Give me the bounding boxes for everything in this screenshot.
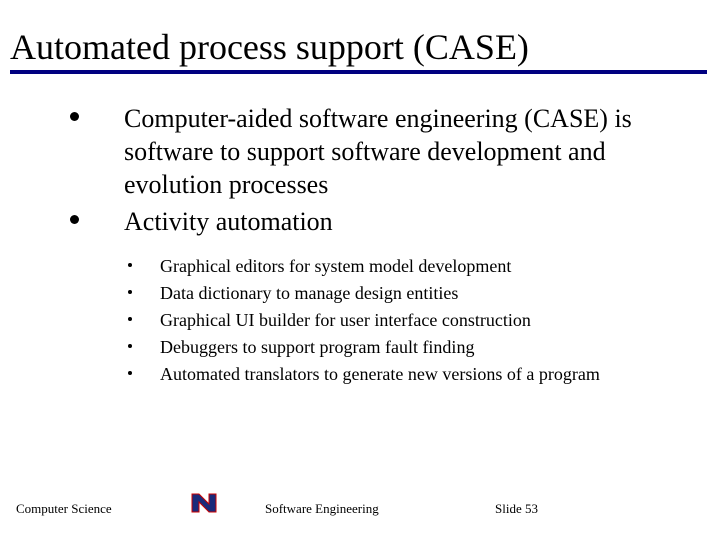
bullet-icon — [70, 215, 79, 224]
level2-item: Graphical UI builder for user interface … — [70, 307, 677, 334]
level1-item: Activity automation — [70, 205, 677, 238]
logo-n-icon — [190, 492, 218, 514]
slide-title: Automated process support (CASE) — [10, 28, 707, 68]
footer-center: Software Engineering — [265, 501, 379, 517]
slide: Automated process support (CASE) Compute… — [0, 0, 717, 538]
slide-footer: Computer Science Software Engineering Sl… — [0, 494, 717, 524]
level2-item: Data dictionary to manage design entitie… — [70, 280, 677, 307]
slide-body: Computer-aided software engineering (CAS… — [10, 102, 707, 388]
level1-text: Activity automation — [124, 207, 333, 236]
subbullet-icon — [128, 263, 132, 267]
level2-item: Graphical editors for system model devel… — [70, 253, 677, 280]
title-underline: Automated process support (CASE) — [10, 28, 707, 74]
level2-text: Data dictionary to manage design entitie… — [160, 283, 458, 303]
footer-left: Computer Science — [16, 501, 112, 517]
subbullet-icon — [128, 290, 132, 294]
level2-text: Graphical editors for system model devel… — [160, 256, 511, 276]
level1-text: Computer-aided software engineering (CAS… — [124, 104, 632, 200]
level2-text: Automated translators to generate new ve… — [160, 364, 600, 384]
subbullet-icon — [128, 317, 132, 321]
footer-right: Slide 53 — [495, 501, 538, 517]
level1-item: Computer-aided software engineering (CAS… — [70, 102, 677, 202]
subbullet-icon — [128, 344, 132, 348]
level1-list: Computer-aided software engineering (CAS… — [70, 102, 677, 239]
level2-list: Graphical editors for system model devel… — [70, 253, 677, 388]
level2-text: Debuggers to support program fault findi… — [160, 337, 474, 357]
subbullet-icon — [128, 371, 132, 375]
level2-item: Automated translators to generate new ve… — [70, 361, 677, 388]
bullet-icon — [70, 112, 79, 121]
level2-item: Debuggers to support program fault findi… — [70, 334, 677, 361]
level2-text: Graphical UI builder for user interface … — [160, 310, 531, 330]
